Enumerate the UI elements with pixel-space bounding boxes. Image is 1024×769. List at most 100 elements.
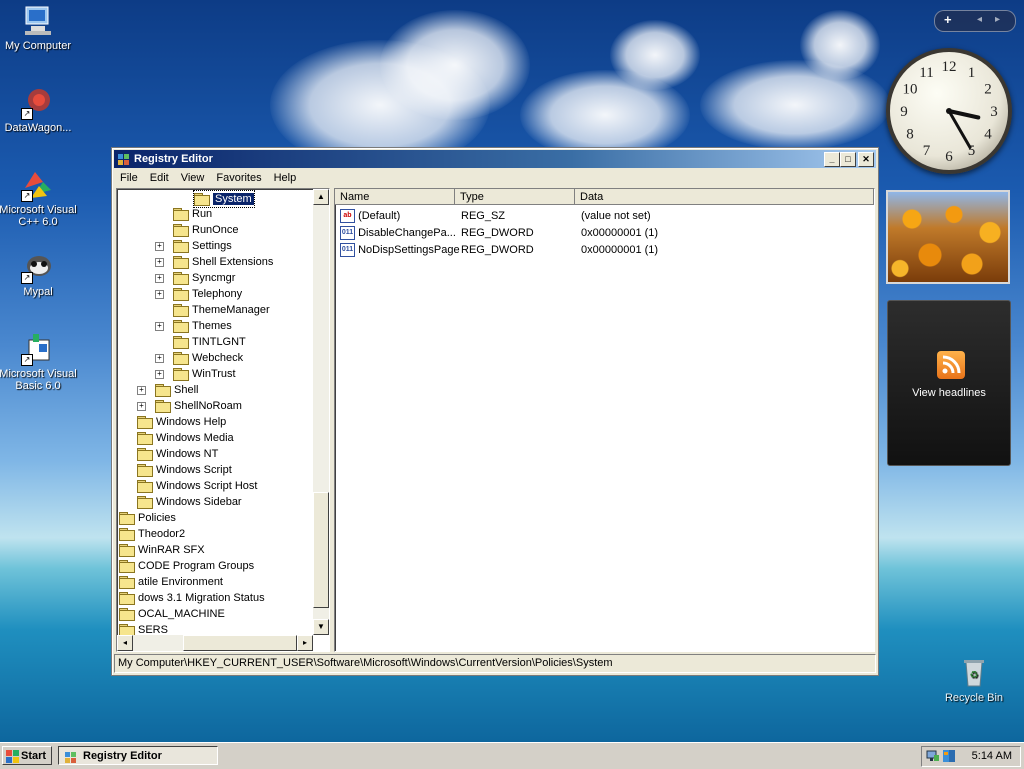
recycle-bin-icon: ♻	[957, 656, 991, 690]
tree-key-item[interactable]: + Webcheck	[155, 350, 243, 366]
expand-icon[interactable]: +	[137, 386, 146, 395]
value-row[interactable]: 011 DisableChangePa... REG_DWORD 0x00000…	[335, 225, 874, 241]
sidebar-tray-icon[interactable]	[942, 749, 956, 763]
registry-editor-window[interactable]: Registry Editor _ □ ✕ File Edit View Favori…	[111, 147, 879, 676]
clock-number: 1	[968, 65, 976, 81]
tree-key-item[interactable]: + Shell	[137, 382, 199, 398]
tree-key-item[interactable]: OCAL_MACHINE	[119, 606, 225, 622]
tree-key-item[interactable]: Policies	[119, 510, 176, 526]
tree-key-item[interactable]: dows 3.1 Migration Status	[119, 590, 265, 606]
tree-key-item[interactable]: Windows Help	[137, 414, 226, 430]
tree-key-item[interactable]: Windows NT	[137, 446, 218, 462]
rss-icon	[937, 351, 965, 379]
value-row[interactable]: 011 NoDispSettingsPage REG_DWORD 0x00000…	[335, 242, 874, 258]
add-gadget-button[interactable]: +	[944, 12, 952, 27]
menu-help[interactable]: Help	[268, 169, 303, 185]
tree-key-item[interactable]: CODE Program Groups	[119, 558, 254, 574]
values-list-pane[interactable]: Name Type Data ab (Default) REG_SZ (valu…	[334, 188, 875, 652]
feed-headlines-gadget[interactable]: View headlines	[887, 300, 1011, 466]
tree-vertical-scrollbar[interactable]: ▲ ▼	[313, 189, 329, 635]
minimize-button[interactable]: _	[824, 152, 840, 167]
tree-key-item[interactable]: Theodor2	[119, 526, 185, 542]
folder-icon	[137, 496, 153, 510]
tree-key-item[interactable]: + WinTrust	[155, 366, 236, 382]
tree-key-label: Themes	[192, 320, 232, 332]
tree-key-item[interactable]: + Shell Extensions	[155, 254, 273, 270]
shortcut-arrow-icon: ↗	[21, 272, 33, 284]
view-headlines-link[interactable]: View headlines	[888, 387, 1010, 399]
menu-bar: File Edit View Favorites Help	[114, 169, 876, 187]
close-button[interactable]: ✕	[858, 152, 874, 167]
tree-key-item[interactable]: Windows Media	[137, 430, 234, 446]
value-row[interactable]: ab (Default) REG_SZ (value not set)	[335, 208, 874, 224]
desktop-icon-label: Microsoft Visual Basic 6.0	[0, 368, 77, 392]
tree-key-label: Shell	[174, 384, 199, 396]
menu-file[interactable]: File	[114, 169, 144, 185]
key-tree-pane[interactable]: System Run RunOnce + Settings + Shell Extensio…	[116, 188, 330, 652]
column-header-name[interactable]: Name	[335, 189, 455, 205]
expand-icon[interactable]: +	[137, 402, 146, 411]
start-button[interactable]: Start	[2, 746, 52, 765]
tree-key-label: dows 3.1 Migration Status	[138, 592, 265, 604]
expand-icon[interactable]: +	[155, 322, 164, 331]
column-header-type[interactable]: Type	[455, 189, 575, 205]
tree-key-item[interactable]: WinRAR SFX	[119, 542, 205, 558]
tree-key-item[interactable]: Windows Sidebar	[137, 494, 242, 510]
scroll-down-button[interactable]: ▼	[313, 619, 329, 635]
maximize-button[interactable]: □	[840, 152, 856, 167]
desktop-icon-recycle-bin[interactable]: ♻ Recycle Bin	[933, 656, 1015, 704]
tree-key-item[interactable]: + Telephony	[155, 286, 242, 302]
desktop-icon-mypal[interactable]: ↗ Mypal	[0, 250, 79, 298]
tree-key-item[interactable]: ThemeManager	[173, 302, 270, 318]
expand-icon[interactable]: +	[155, 274, 164, 283]
expand-icon[interactable]: +	[155, 354, 164, 363]
taskbar-button-registry-editor[interactable]: Registry Editor	[58, 746, 218, 765]
tree-key-item[interactable]: + Settings	[155, 238, 232, 254]
tree-horizontal-scrollbar[interactable]: ◂ ▸	[117, 635, 313, 651]
clock-gadget[interactable]: 12 1 2 3 4 5 6 7 8 9 10 11	[886, 48, 1012, 174]
next-page-button[interactable]: ▸	[995, 14, 1000, 25]
tree-key-item[interactable]: + Themes	[155, 318, 232, 334]
desktop-icon-datawagon[interactable]: ↗ DataWagon...	[0, 86, 79, 134]
tree-key-item[interactable]: + ShellNoRoam	[137, 398, 242, 414]
tree-key-item[interactable]: RunOnce	[173, 222, 238, 238]
visual-cpp-icon: ↗	[21, 168, 55, 202]
slideshow-gadget[interactable]	[886, 190, 1010, 284]
previous-page-button[interactable]: ◂	[977, 14, 982, 25]
scroll-thumb[interactable]	[183, 635, 297, 651]
tree-key-item[interactable]: atile Environment	[119, 574, 223, 590]
tree-key-item[interactable]: Windows Script Host	[137, 478, 257, 494]
clock-number: 8	[906, 127, 914, 143]
column-header-data[interactable]: Data	[575, 189, 874, 205]
scroll-left-button[interactable]: ◂	[117, 635, 133, 651]
title-bar[interactable]: Registry Editor _ □ ✕	[114, 150, 876, 168]
clock-face: 12 1234567891011	[900, 59, 998, 165]
clock-number: 11	[919, 65, 933, 81]
scroll-up-button[interactable]: ▲	[313, 189, 329, 205]
expand-icon[interactable]: +	[155, 242, 164, 251]
network-tray-icon[interactable]	[926, 749, 940, 763]
scroll-thumb[interactable]	[313, 492, 329, 608]
tree-key-label: ShellNoRoam	[174, 400, 242, 412]
expand-icon[interactable]: +	[155, 290, 164, 299]
expand-icon[interactable]: +	[155, 370, 164, 379]
tree-key-item[interactable]: Run	[173, 206, 212, 222]
scroll-right-button[interactable]: ▸	[297, 635, 313, 651]
tree-key-item[interactable]: Windows Script	[137, 462, 232, 478]
clock-time[interactable]: 5:14 AM	[972, 747, 1012, 766]
tree-key-item[interactable]: + Syncmgr	[155, 270, 235, 286]
tree-key-item[interactable]: TINTLGNT	[173, 334, 246, 350]
desktop-icon-my-computer[interactable]: My Computer	[0, 4, 79, 52]
menu-favorites[interactable]: Favorites	[210, 169, 267, 185]
tree-key-label: TINTLGNT	[192, 336, 246, 348]
clock-number: 10	[903, 82, 918, 98]
network-globe-icon: ↗	[21, 86, 55, 120]
tree-key-label: OCAL_MACHINE	[138, 608, 225, 620]
folder-icon	[173, 304, 189, 318]
expand-icon[interactable]: +	[155, 258, 164, 267]
desktop-icon-visual-basic[interactable]: ↗ Microsoft Visual Basic 6.0	[0, 332, 79, 392]
menu-edit[interactable]: Edit	[144, 169, 175, 185]
menu-view[interactable]: View	[175, 169, 211, 185]
folder-icon	[173, 352, 189, 366]
desktop-icon-visual-cpp[interactable]: ↗ Microsoft Visual C++ 6.0	[0, 168, 79, 228]
